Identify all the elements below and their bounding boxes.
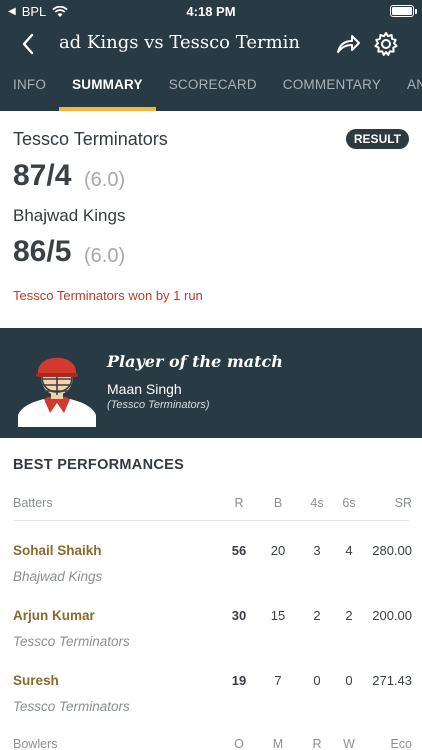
- batter-row[interactable]: Suresh Tessco Terminators 19 7 0 0 271.4…: [0, 673, 422, 733]
- batter-name[interactable]: Sohail Shaikh: [13, 543, 102, 558]
- status-time: 4:18 PM: [186, 4, 236, 19]
- col-sr: SR: [394, 496, 412, 510]
- batter-sixes: 2: [345, 608, 353, 623]
- batter-sr: 200.00: [372, 608, 412, 623]
- batter-fours: 3: [313, 543, 321, 558]
- col-w: W: [343, 737, 355, 750]
- status-bar: ◀ BPL 4:18 PM: [0, 0, 422, 22]
- battery-icon: [390, 5, 414, 17]
- back-button[interactable]: [14, 28, 42, 60]
- batter-balls: 20: [270, 543, 286, 558]
- tab-analysis[interactable]: ANALYSIS: [394, 72, 422, 111]
- divider: [13, 520, 409, 521]
- col-b: B: [273, 496, 283, 510]
- batter-team: Tessco Terminators: [13, 634, 130, 649]
- batter-balls: 7: [274, 673, 282, 688]
- team2-overs: (6.0): [84, 245, 126, 267]
- col-m: M: [272, 737, 284, 750]
- team2-name: Bhajwad Kings: [13, 206, 126, 225]
- chevron-left-icon: [22, 33, 34, 55]
- batter-name[interactable]: Suresh: [13, 673, 59, 688]
- nav-row: ad Kings vs Tessco Termin: [0, 26, 422, 62]
- section-title: BEST PERFORMANCES: [13, 457, 185, 473]
- batter-fours: 0: [313, 673, 321, 688]
- match-title: ad Kings vs Tessco Termin: [60, 32, 300, 53]
- col-r: R: [234, 496, 244, 510]
- batter-row[interactable]: Arjun Kumar Tessco Terminators 30 15 2 2…: [0, 608, 422, 668]
- app-header: ◀ BPL 4:18 PM ad Kings vs Tessco Termin: [0, 0, 422, 111]
- tab-bar: INFO SUMMARY SCORECARD COMMENTARY ANALYS…: [0, 72, 422, 111]
- result-badge: RESULT: [345, 129, 409, 149]
- batters-header-label: Batters: [13, 496, 53, 510]
- share-icon: [337, 35, 360, 53]
- col-r: R: [312, 737, 322, 750]
- batter-sixes: 0: [345, 673, 353, 688]
- col-6s: 6s: [342, 496, 356, 510]
- batter-runs: 56: [231, 543, 247, 558]
- gear-icon: [374, 32, 398, 56]
- team2-score: 86/5: [13, 235, 72, 268]
- batter-balls: 15: [270, 608, 286, 623]
- result-card: Tessco Terminators RESULT 87/4 (6.0) Bha…: [0, 111, 422, 328]
- batter-sixes: 4: [345, 543, 353, 558]
- potm-player-name: Maan Singh: [107, 381, 182, 397]
- best-performances-section: BEST PERFORMANCES Batters R B 4s 6s SR S…: [0, 438, 422, 750]
- batter-team: Tessco Terminators: [13, 699, 130, 714]
- bowlers-header-label: Bowlers: [13, 737, 58, 750]
- batter-runs: 30: [231, 608, 247, 623]
- player-of-match-card[interactable]: Player of the match Maan Singh (Tessco T…: [0, 328, 422, 438]
- col-4s: 4s: [310, 496, 324, 510]
- player-avatar-icon: [18, 357, 96, 427]
- potm-player-team: (Tessco Terminators): [107, 399, 210, 411]
- batter-sr: 280.00: [372, 543, 412, 558]
- batter-name[interactable]: Arjun Kumar: [13, 608, 95, 623]
- batter-sr: 271.43: [372, 673, 412, 688]
- col-eco: Eco: [390, 737, 412, 750]
- team1-score: 87/4: [13, 159, 72, 192]
- tab-summary[interactable]: SUMMARY: [59, 72, 156, 111]
- batter-row[interactable]: Sohail Shaikh Bhajwad Kings 56 20 3 4 28…: [0, 543, 422, 603]
- col-o: O: [234, 737, 244, 750]
- share-button[interactable]: [334, 30, 362, 58]
- team1-overs: (6.0): [84, 169, 126, 191]
- batters-header: Batters R B 4s 6s SR: [0, 496, 422, 516]
- batter-fours: 2: [313, 608, 321, 623]
- bowlers-header: Bowlers O M R W Eco: [0, 737, 422, 750]
- batter-runs: 19: [231, 673, 247, 688]
- tab-commentary[interactable]: COMMENTARY: [270, 72, 394, 111]
- potm-heading: Player of the match: [107, 352, 283, 371]
- tab-scorecard[interactable]: SCORECARD: [156, 72, 270, 111]
- batter-team: Bhajwad Kings: [13, 569, 103, 584]
- team1-name: Tessco Terminators: [13, 129, 168, 149]
- tab-info[interactable]: INFO: [0, 72, 59, 111]
- result-summary: Tessco Terminators won by 1 run: [13, 288, 203, 303]
- settings-button[interactable]: [372, 30, 400, 58]
